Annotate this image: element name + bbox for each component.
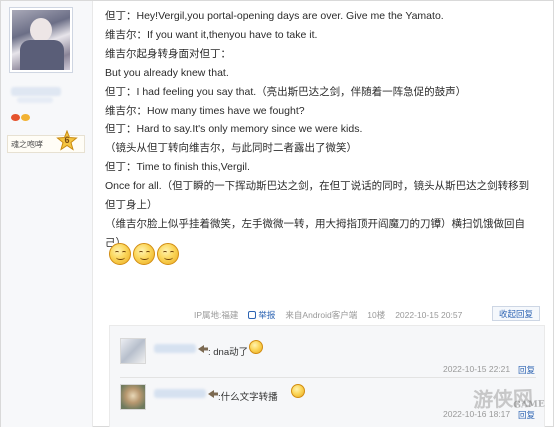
post-line: 维吉尔：How many times have we fought? [105, 104, 305, 117]
smile-emoji-icon [291, 384, 305, 398]
post-line: 维吉尔起身转身面对但丁： [105, 47, 231, 60]
reply-avatar[interactable] [120, 338, 146, 364]
user-avatar[interactable] [9, 7, 73, 73]
reply-text: :什么文字转播 [218, 392, 278, 403]
username-blurred[interactable] [11, 87, 61, 96]
client-label: 来自Android客户端 [285, 310, 358, 320]
reply-text: : dna动了 [208, 347, 249, 358]
site-watermark-logo: 游侠网 GAME [473, 382, 545, 413]
watermark-sub: GAME [513, 399, 545, 411]
reply-divider [120, 377, 536, 378]
user-info-column: 魂之咆哮 6 [1, 1, 93, 427]
ip-location: IP属地:福建 [194, 310, 239, 320]
post-line: （维吉尔脸上似乎挂着微笑，左手微微一转，用大拇指顶开阎魔刀的刀镡）横扫饥饿做回自 [105, 217, 525, 230]
post-meta: IP属地:福建 举报 来自Android客户端 10楼 2022-10-15 2… [194, 309, 462, 321]
post-line: （镜头从但丁转向维吉尔，与此同时二者露出了微笑） [105, 142, 357, 155]
avatar-image [12, 10, 70, 70]
post-content: 但丁：Hey!Vergil,you portal-opening days ar… [105, 7, 545, 253]
collapse-reply-button[interactable]: 收起回复 [492, 306, 540, 321]
pointer-icon [208, 390, 218, 398]
reply-button[interactable]: 回复 [518, 364, 535, 376]
reply-username-blurred[interactable] [154, 389, 206, 398]
post-line: 但丁：Hard to say.It's only memory since we… [105, 123, 363, 136]
post-time: 2022-10-15 20:57 [395, 310, 463, 320]
post-line: Once for all.（但丁瞬的一下挥动斯巴达之剑，在但丁说话的同时，镜头从… [105, 180, 530, 193]
smile-emoji-icon [157, 243, 179, 265]
level-number: 6 [64, 135, 70, 145]
report-icon [248, 311, 257, 319]
floor-number: 10楼 [367, 310, 386, 320]
post-line: 但丁：Hey!Vergil,you portal-opening days ar… [105, 10, 444, 22]
post-line: 但丁：I had feeling you say that.（亮出斯巴达之剑，伴… [105, 85, 467, 98]
report-link[interactable]: 举报 [248, 309, 275, 321]
emoji-row [109, 243, 179, 265]
reply-avatar[interactable] [120, 384, 146, 410]
post-container: 魂之咆哮 6 但丁：Hey!Vergil,you portal-opening … [0, 0, 554, 427]
post-line: 维吉尔：If you want it,thenyou have to take … [105, 28, 318, 41]
smile-emoji-icon [249, 340, 263, 354]
level-star-icon: 6 [56, 129, 78, 152]
client-source[interactable]: 来自Android客户端 [285, 309, 357, 321]
reply-time: 2022-10-15 22:21 [443, 364, 511, 374]
member-badge-icon [11, 108, 31, 121]
smile-emoji-icon [133, 243, 155, 265]
rank-name: 魂之咆哮 [11, 139, 43, 149]
user-subtitle-blurred [17, 97, 53, 103]
post-line: 但丁身上） [105, 199, 158, 212]
smile-emoji-icon [109, 243, 131, 265]
reply-username-blurred[interactable] [154, 344, 196, 353]
post-line: 但丁：Time to finish this,Vergil. [105, 161, 250, 174]
report-label: 举报 [258, 310, 276, 320]
post-line: But you already knew that. [105, 66, 229, 79]
pointer-icon [198, 345, 208, 353]
